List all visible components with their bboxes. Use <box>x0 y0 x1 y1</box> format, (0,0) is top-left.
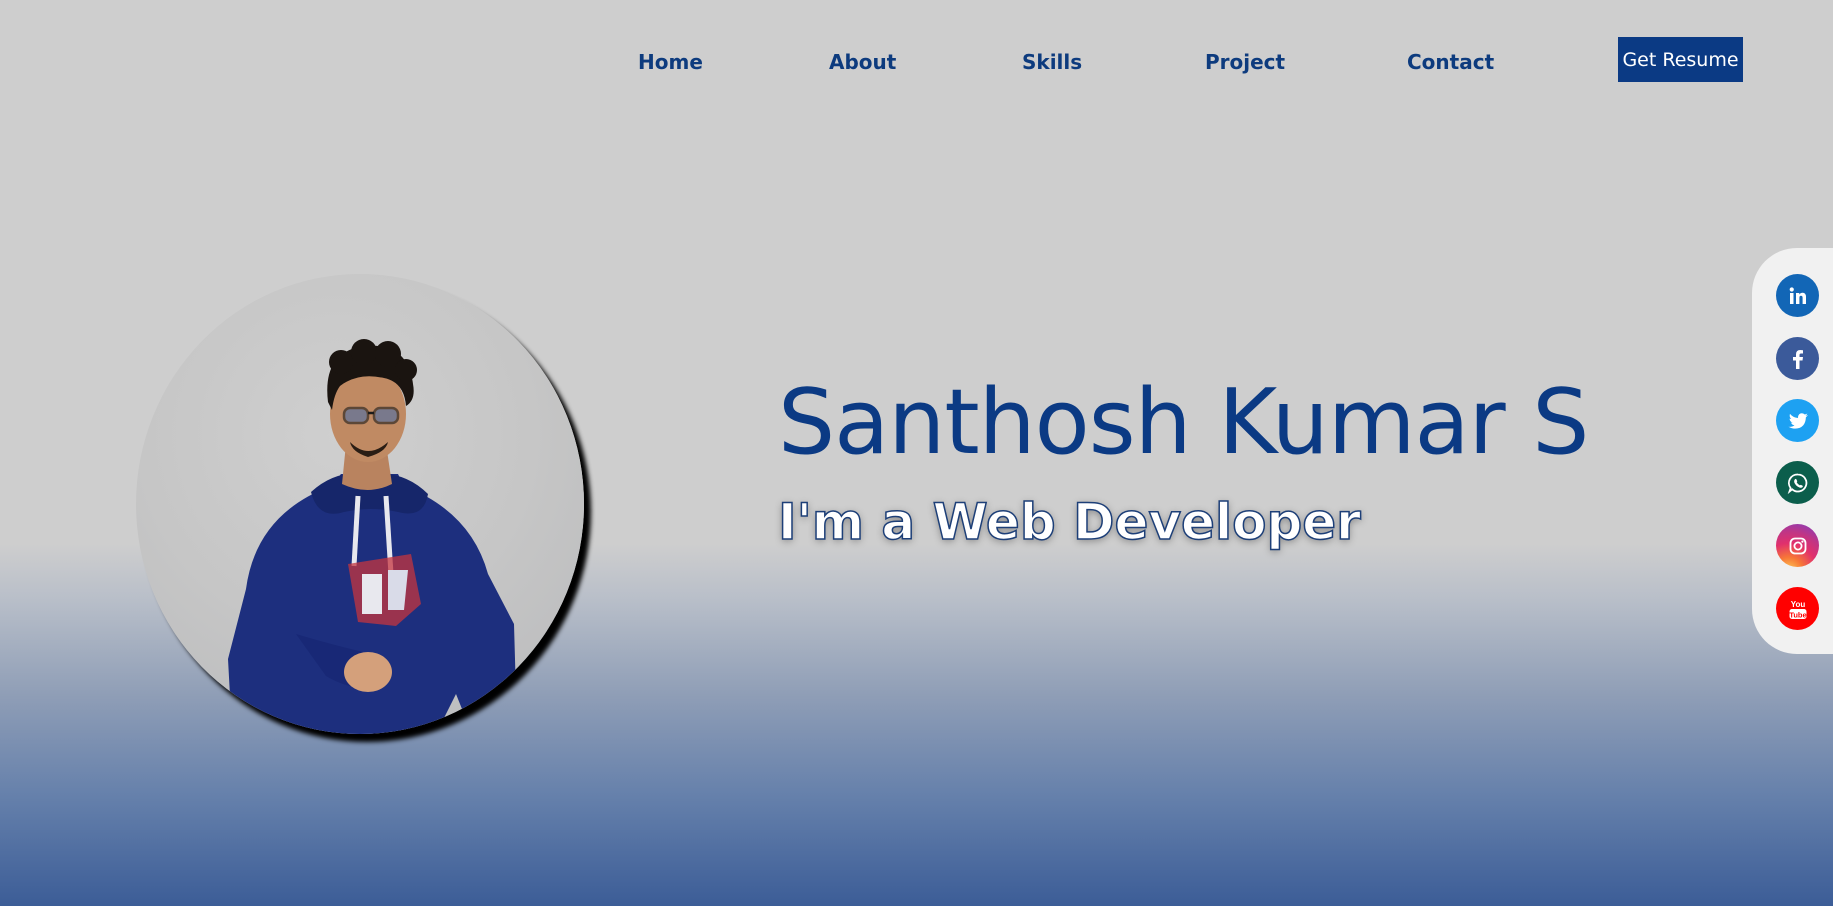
profile-photo <box>136 274 584 734</box>
get-resume-button[interactable]: Get Resume <box>1618 37 1743 82</box>
hero-role: I'm a Web Developer <box>777 492 1361 552</box>
whatsapp-icon <box>1787 473 1807 494</box>
facebook-button[interactable] <box>1776 337 1819 380</box>
youtube-icon: You Tube <box>1789 600 1806 620</box>
facebook-icon <box>1792 349 1803 369</box>
nav-about-link[interactable]: About <box>829 50 896 74</box>
twitter-icon <box>1788 412 1808 429</box>
instagram-icon <box>1789 537 1806 554</box>
hero-name: Santhosh Kumar S <box>778 370 1589 475</box>
linkedin-icon <box>1789 286 1806 304</box>
nav-contact-link[interactable]: Contact <box>1407 50 1494 74</box>
whatsapp-button[interactable] <box>1776 461 1819 504</box>
youtube-button[interactable]: You Tube <box>1776 587 1819 630</box>
nav-home-link[interactable]: Home <box>638 50 703 74</box>
nav-skills-link[interactable]: Skills <box>1022 50 1082 74</box>
youtube-logo-text-bottom: Tube <box>1789 610 1806 619</box>
twitter-button[interactable] <box>1776 399 1819 442</box>
youtube-logo-text-top: You <box>1790 600 1805 609</box>
linkedin-button[interactable] <box>1776 274 1819 317</box>
nav-project-link[interactable]: Project <box>1205 50 1285 74</box>
profile-person-illustration <box>228 339 516 734</box>
instagram-button[interactable] <box>1776 524 1819 567</box>
